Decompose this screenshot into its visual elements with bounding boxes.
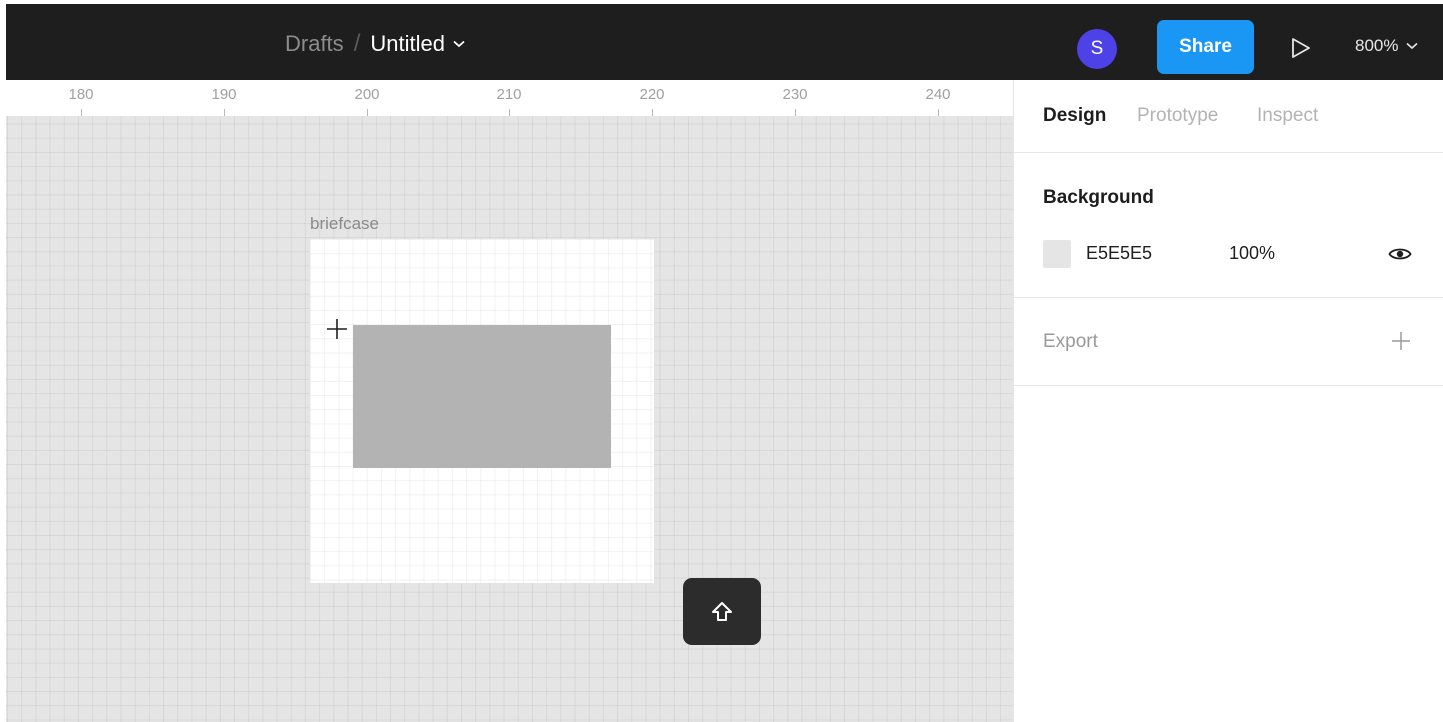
background-color-swatch[interactable] [1043,240,1071,268]
ruler-tick-mark [795,109,796,116]
breadcrumb-drafts[interactable]: Drafts [285,31,344,57]
file-menu-chevron-icon[interactable] [453,40,465,48]
frame-label[interactable]: briefcase [310,214,379,234]
background-section: Background E5E5E5 100% [1014,153,1443,298]
ruler-tick-label: 200 [354,86,380,103]
rectangle-layer[interactable] [353,325,611,468]
file-name[interactable]: Untitled [370,31,445,57]
ruler-tick-label: 210 [496,86,522,103]
ruler-tick-label: 220 [639,86,665,103]
zoom-level: 800% [1355,36,1399,55]
ruler-tick-label: 190 [211,86,237,103]
chevron-down-icon [1406,42,1419,50]
background-hex-value[interactable]: E5E5E5 [1086,243,1152,264]
design-canvas[interactable]: 180 190 200 210 220 230 240 briefcase [6,80,1013,722]
plus-icon[interactable] [1390,330,1412,352]
ruler-tick-mark [509,109,510,116]
background-opacity-value[interactable]: 100% [1229,243,1275,264]
horizontal-ruler: 180 190 200 210 220 230 240 [6,80,1013,116]
breadcrumb-separator: / [353,30,361,57]
zoom-dropdown[interactable]: 800% [1355,36,1419,56]
top-bar: Drafts / Untitled S Share 800% [0,0,1443,80]
user-avatar[interactable]: S [1077,29,1117,69]
panel-tabs: Design Prototype Inspect [1014,80,1443,153]
ruler-tick-label: 240 [925,86,951,103]
tab-prototype[interactable]: Prototype [1137,105,1218,127]
properties-panel: Design Prototype Inspect Background E5E5… [1013,80,1443,722]
eye-icon[interactable] [1388,245,1412,263]
share-button[interactable]: Share [1157,20,1254,74]
ruler-tick-label: 230 [782,86,808,103]
briefcase-frame[interactable] [310,239,654,583]
export-title: Export [1043,331,1098,352]
tab-inspect[interactable]: Inspect [1257,105,1318,127]
export-section: Export [1014,298,1443,386]
ruler-tick-label: 180 [68,86,94,103]
present-play-icon[interactable] [1289,35,1313,61]
ruler-tick-mark [224,109,225,116]
ruler-tick-mark [652,109,653,116]
ruler-tick-mark [367,109,368,116]
shift-key-indicator [683,578,761,645]
breadcrumb: Drafts / Untitled [285,30,465,58]
shift-arrow-icon [712,601,732,621]
background-title: Background [1043,187,1154,208]
tab-design[interactable]: Design [1043,105,1106,127]
crosshair-cursor-icon [326,318,348,340]
ruler-tick-mark [81,109,82,116]
ruler-tick-mark [938,109,939,116]
